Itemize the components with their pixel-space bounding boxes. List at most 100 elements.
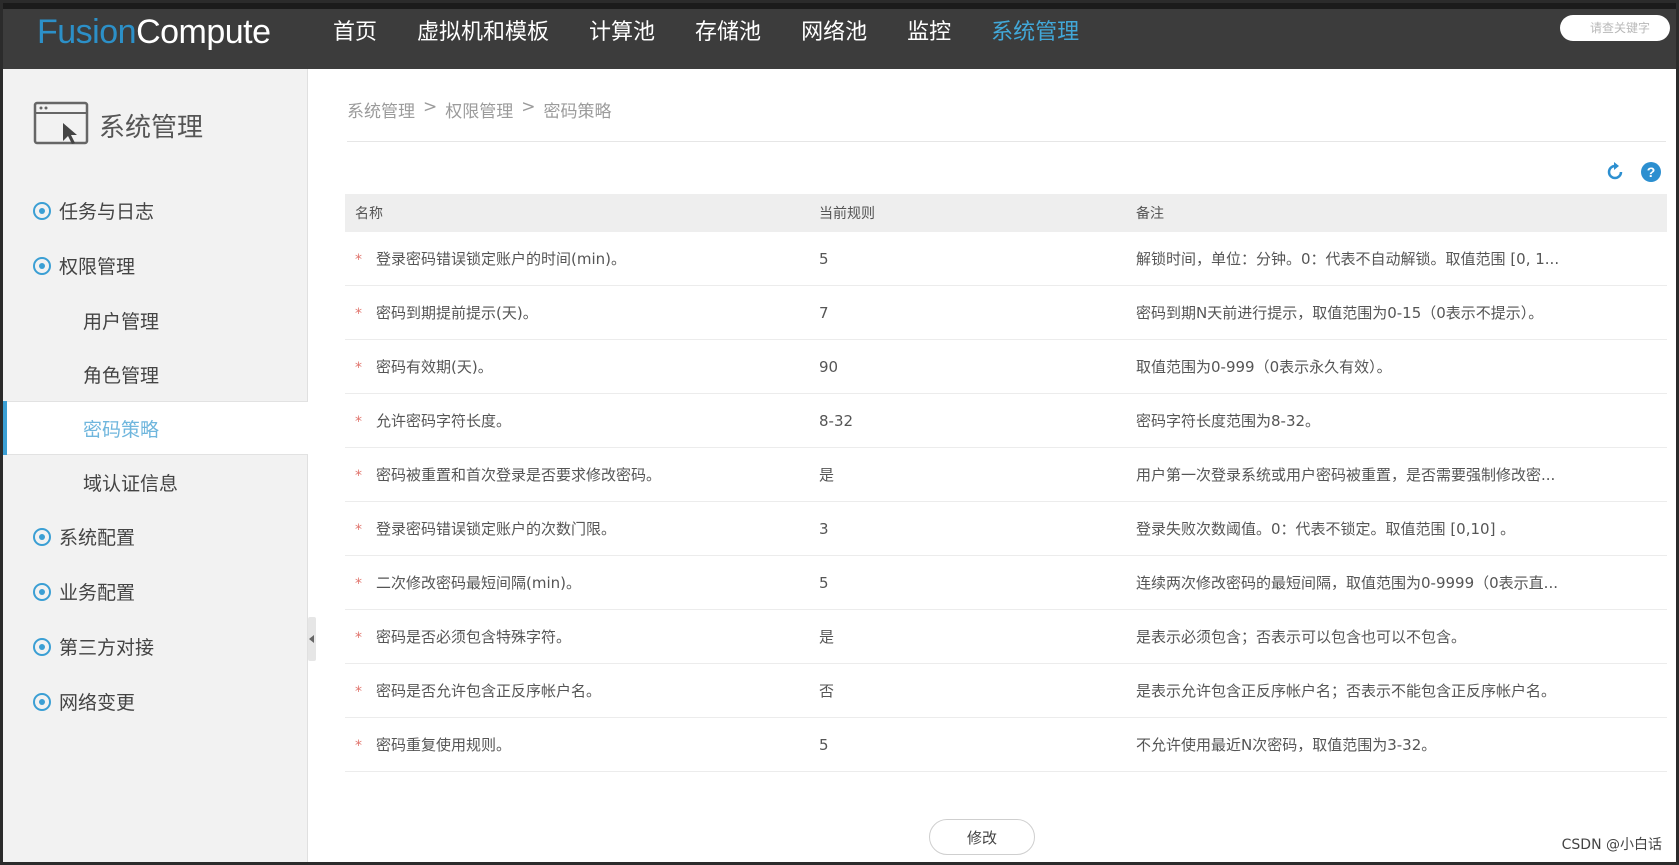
required-star-icon: * bbox=[355, 306, 362, 322]
sidebar: 系统管理 任务与日志 权限管理 用户管理 角色管理 密码策略 域认证信息 系统配… bbox=[3, 69, 308, 862]
sidebar-item-domain-auth[interactable]: 域认证信息 bbox=[3, 455, 308, 509]
cell-value: 7 bbox=[819, 303, 829, 322]
sidebar-item-network-change[interactable]: 网络变更 bbox=[3, 674, 308, 729]
cell-note: 密码字符长度范围为8-32。 bbox=[1136, 412, 1321, 430]
logo-fusion: Fusion bbox=[37, 13, 137, 51]
search-placeholder: 请查关键字 bbox=[1590, 21, 1651, 35]
required-star-icon: * bbox=[355, 684, 362, 700]
sidebar-item-label: 系统配置 bbox=[59, 527, 136, 549]
table-header: 名称 当前规则 备注 bbox=[345, 194, 1667, 232]
top-navbar: FusionCompute 首页 虚拟机和模板 计算池 存储池 网络池 监控 系… bbox=[3, 3, 1676, 69]
sidebar-item-password-policy[interactable]: 密码策略 bbox=[3, 401, 308, 455]
policy-name: 登录密码错误锁定账户的次数门限。 bbox=[376, 520, 617, 538]
policy-name: 登录密码错误锁定账户的时间(min)。 bbox=[376, 250, 626, 268]
expand-circle-icon bbox=[33, 637, 51, 656]
expand-circle-icon bbox=[33, 256, 51, 275]
main-content: 系统管理 > 权限管理 > 密码策略 ? 名称 当前规则 备注 * 登录密码错误… bbox=[323, 69, 1676, 862]
table-row: * 允许密码字符长度。 8-32 密码字符长度范围为8-32。 bbox=[345, 394, 1667, 448]
edit-button[interactable]: 修改 bbox=[929, 819, 1035, 855]
breadcrumb-separator: > bbox=[423, 97, 438, 117]
sidebar-title: 系统管理 bbox=[99, 112, 204, 143]
cell-name: * 允许密码字符长度。 bbox=[345, 410, 811, 431]
expand-circle-icon bbox=[33, 582, 51, 601]
table-row: * 密码重复使用规则。 5 不允许使用最近N次密码，取值范围为3-32。 bbox=[345, 718, 1667, 772]
app-logo[interactable]: FusionCompute bbox=[37, 13, 271, 52]
sidebar-menu: 任务与日志 权限管理 用户管理 角色管理 密码策略 域认证信息 系统配置 业务配… bbox=[3, 183, 308, 729]
breadcrumb-item[interactable]: 权限管理 bbox=[445, 97, 513, 122]
sidebar-item-user-management[interactable]: 用户管理 bbox=[3, 293, 308, 347]
cell-name: * 密码重复使用规则。 bbox=[345, 734, 811, 755]
footer-actions: 修改 bbox=[323, 811, 1676, 862]
sidebar-item-task-log[interactable]: 任务与日志 bbox=[3, 183, 308, 238]
cell-note: 不允许使用最近N次密码，取值范围为3-32。 bbox=[1136, 736, 1437, 754]
sidebar-item-role-management[interactable]: 角色管理 bbox=[3, 347, 308, 401]
nav-storage-pool[interactable]: 存储池 bbox=[695, 17, 761, 49]
cell-note: 是表示必须包含；否表示可以包含也可以不包含。 bbox=[1136, 628, 1467, 646]
breadcrumb: 系统管理 > 权限管理 > 密码策略 bbox=[347, 97, 612, 122]
cell-value: 是 bbox=[819, 628, 835, 646]
sidebar-item-service-config[interactable]: 业务配置 bbox=[3, 564, 308, 619]
breadcrumb-separator: > bbox=[521, 97, 536, 117]
breadcrumb-item[interactable]: 系统管理 bbox=[347, 97, 415, 122]
policy-name: 密码是否必须包含特殊字符。 bbox=[376, 628, 572, 646]
table-row: * 二次修改密码最短间隔(min)。 5 连续两次修改密码的最短间隔，取值范围为0… bbox=[345, 556, 1667, 610]
sidebar-item-permission[interactable]: 权限管理 bbox=[3, 238, 308, 293]
required-star-icon: * bbox=[355, 522, 362, 538]
cell-name: * 密码是否允许包含正反序帐户名。 bbox=[345, 680, 811, 701]
nav-system-management[interactable]: 系统管理 bbox=[991, 17, 1079, 49]
cell-note: 解锁时间，单位：分钟。0：代表不自动解锁。取值范围 [0, 1... bbox=[1136, 250, 1560, 268]
column-header-current-rule: 当前规则 bbox=[819, 206, 875, 222]
table-row: * 密码是否必须包含特殊字符。 是 是表示必须包含；否表示可以包含也可以不包含。 bbox=[345, 610, 1667, 664]
cell-note: 用户第一次登录系统或用户密码被重置，是否需要强制修改密... bbox=[1136, 466, 1556, 484]
breadcrumb-item-current: 密码策略 bbox=[543, 102, 612, 122]
table-row: * 密码被重置和首次登录是否要求修改密码。 是 用户第一次登录系统或用户密码被重置… bbox=[345, 448, 1667, 502]
expand-circle-icon bbox=[33, 692, 51, 711]
system-management-icon bbox=[33, 101, 89, 145]
cell-name: * 登录密码错误锁定账户的次数门限。 bbox=[345, 518, 811, 539]
cell-name: * 密码被重置和首次登录是否要求修改密码。 bbox=[345, 464, 811, 485]
sidebar-item-label: 第三方对接 bbox=[59, 637, 155, 659]
divider bbox=[347, 141, 1666, 142]
sidebar-item-label: 权限管理 bbox=[59, 256, 136, 278]
sidebar-item-third-party[interactable]: 第三方对接 bbox=[3, 619, 308, 674]
column-header-name: 名称 bbox=[355, 206, 383, 222]
cell-name: * 登录密码错误锁定账户的时间(min)。 bbox=[345, 248, 811, 269]
nav-monitor[interactable]: 监控 bbox=[907, 17, 951, 49]
sidebar-item-label: 网络变更 bbox=[59, 692, 136, 714]
policy-name: 二次修改密码最短间隔(min)。 bbox=[376, 574, 581, 592]
required-star-icon: * bbox=[355, 738, 362, 754]
nav-vm-template[interactable]: 虚拟机和模板 bbox=[417, 17, 549, 49]
policy-name: 密码重复使用规则。 bbox=[376, 736, 512, 754]
table-row: * 密码有效期(天)。 90 取值范围为0-999（0表示永久有效）。 bbox=[345, 340, 1667, 394]
policy-name: 密码有效期(天)。 bbox=[376, 358, 493, 376]
policy-name: 密码到期提前提示(天)。 bbox=[376, 304, 538, 322]
sidebar-collapse-handle[interactable] bbox=[308, 617, 316, 661]
policy-name: 密码是否允许包含正反序帐户名。 bbox=[376, 682, 602, 700]
table-row: * 登录密码错误锁定账户的时间(min)。 5 解锁时间，单位：分钟。0：代表不自… bbox=[345, 232, 1667, 286]
nav-compute-pool[interactable]: 计算池 bbox=[589, 17, 655, 49]
cell-name: * 密码有效期(天)。 bbox=[345, 356, 811, 377]
required-star-icon: * bbox=[355, 414, 362, 430]
toolbar: ? bbox=[1604, 161, 1662, 183]
sidebar-item-system-config[interactable]: 系统配置 bbox=[3, 509, 308, 564]
cell-value: 90 bbox=[819, 357, 839, 376]
column-header-remark: 备注 bbox=[1136, 206, 1164, 222]
nav-network-pool[interactable]: 网络池 bbox=[801, 17, 867, 49]
policy-name: 密码被重置和首次登录是否要求修改密码。 bbox=[376, 466, 662, 484]
expand-circle-icon bbox=[33, 527, 51, 546]
help-icon[interactable]: ? bbox=[1640, 161, 1662, 183]
refresh-icon[interactable] bbox=[1604, 161, 1626, 183]
sidebar-header: 系统管理 bbox=[33, 97, 203, 153]
required-star-icon: * bbox=[355, 252, 362, 268]
main-nav: 首页 虚拟机和模板 计算池 存储池 网络池 监控 系统管理 bbox=[333, 17, 1119, 49]
cell-note: 登录失败次数阈值。0：代表不锁定。取值范围 [0,10] 。 bbox=[1136, 520, 1516, 538]
cell-note: 密码到期N天前进行提示，取值范围为0-15（0表示不提示）。 bbox=[1136, 304, 1544, 322]
cell-note: 连续两次修改密码的最短间隔，取值范围为0-9999（0表示直... bbox=[1136, 574, 1558, 592]
search-input[interactable]: 请查关键字 bbox=[1560, 15, 1670, 41]
cell-name: * 密码是否必须包含特殊字符。 bbox=[345, 626, 811, 647]
cell-name: * 二次修改密码最短间隔(min)。 bbox=[345, 572, 811, 593]
required-star-icon: * bbox=[355, 468, 362, 484]
table-row: * 密码到期提前提示(天)。 7 密码到期N天前进行提示，取值范围为0-15（0表… bbox=[345, 286, 1667, 340]
sidebar-item-label: 业务配置 bbox=[59, 582, 136, 604]
nav-home[interactable]: 首页 bbox=[333, 17, 377, 49]
